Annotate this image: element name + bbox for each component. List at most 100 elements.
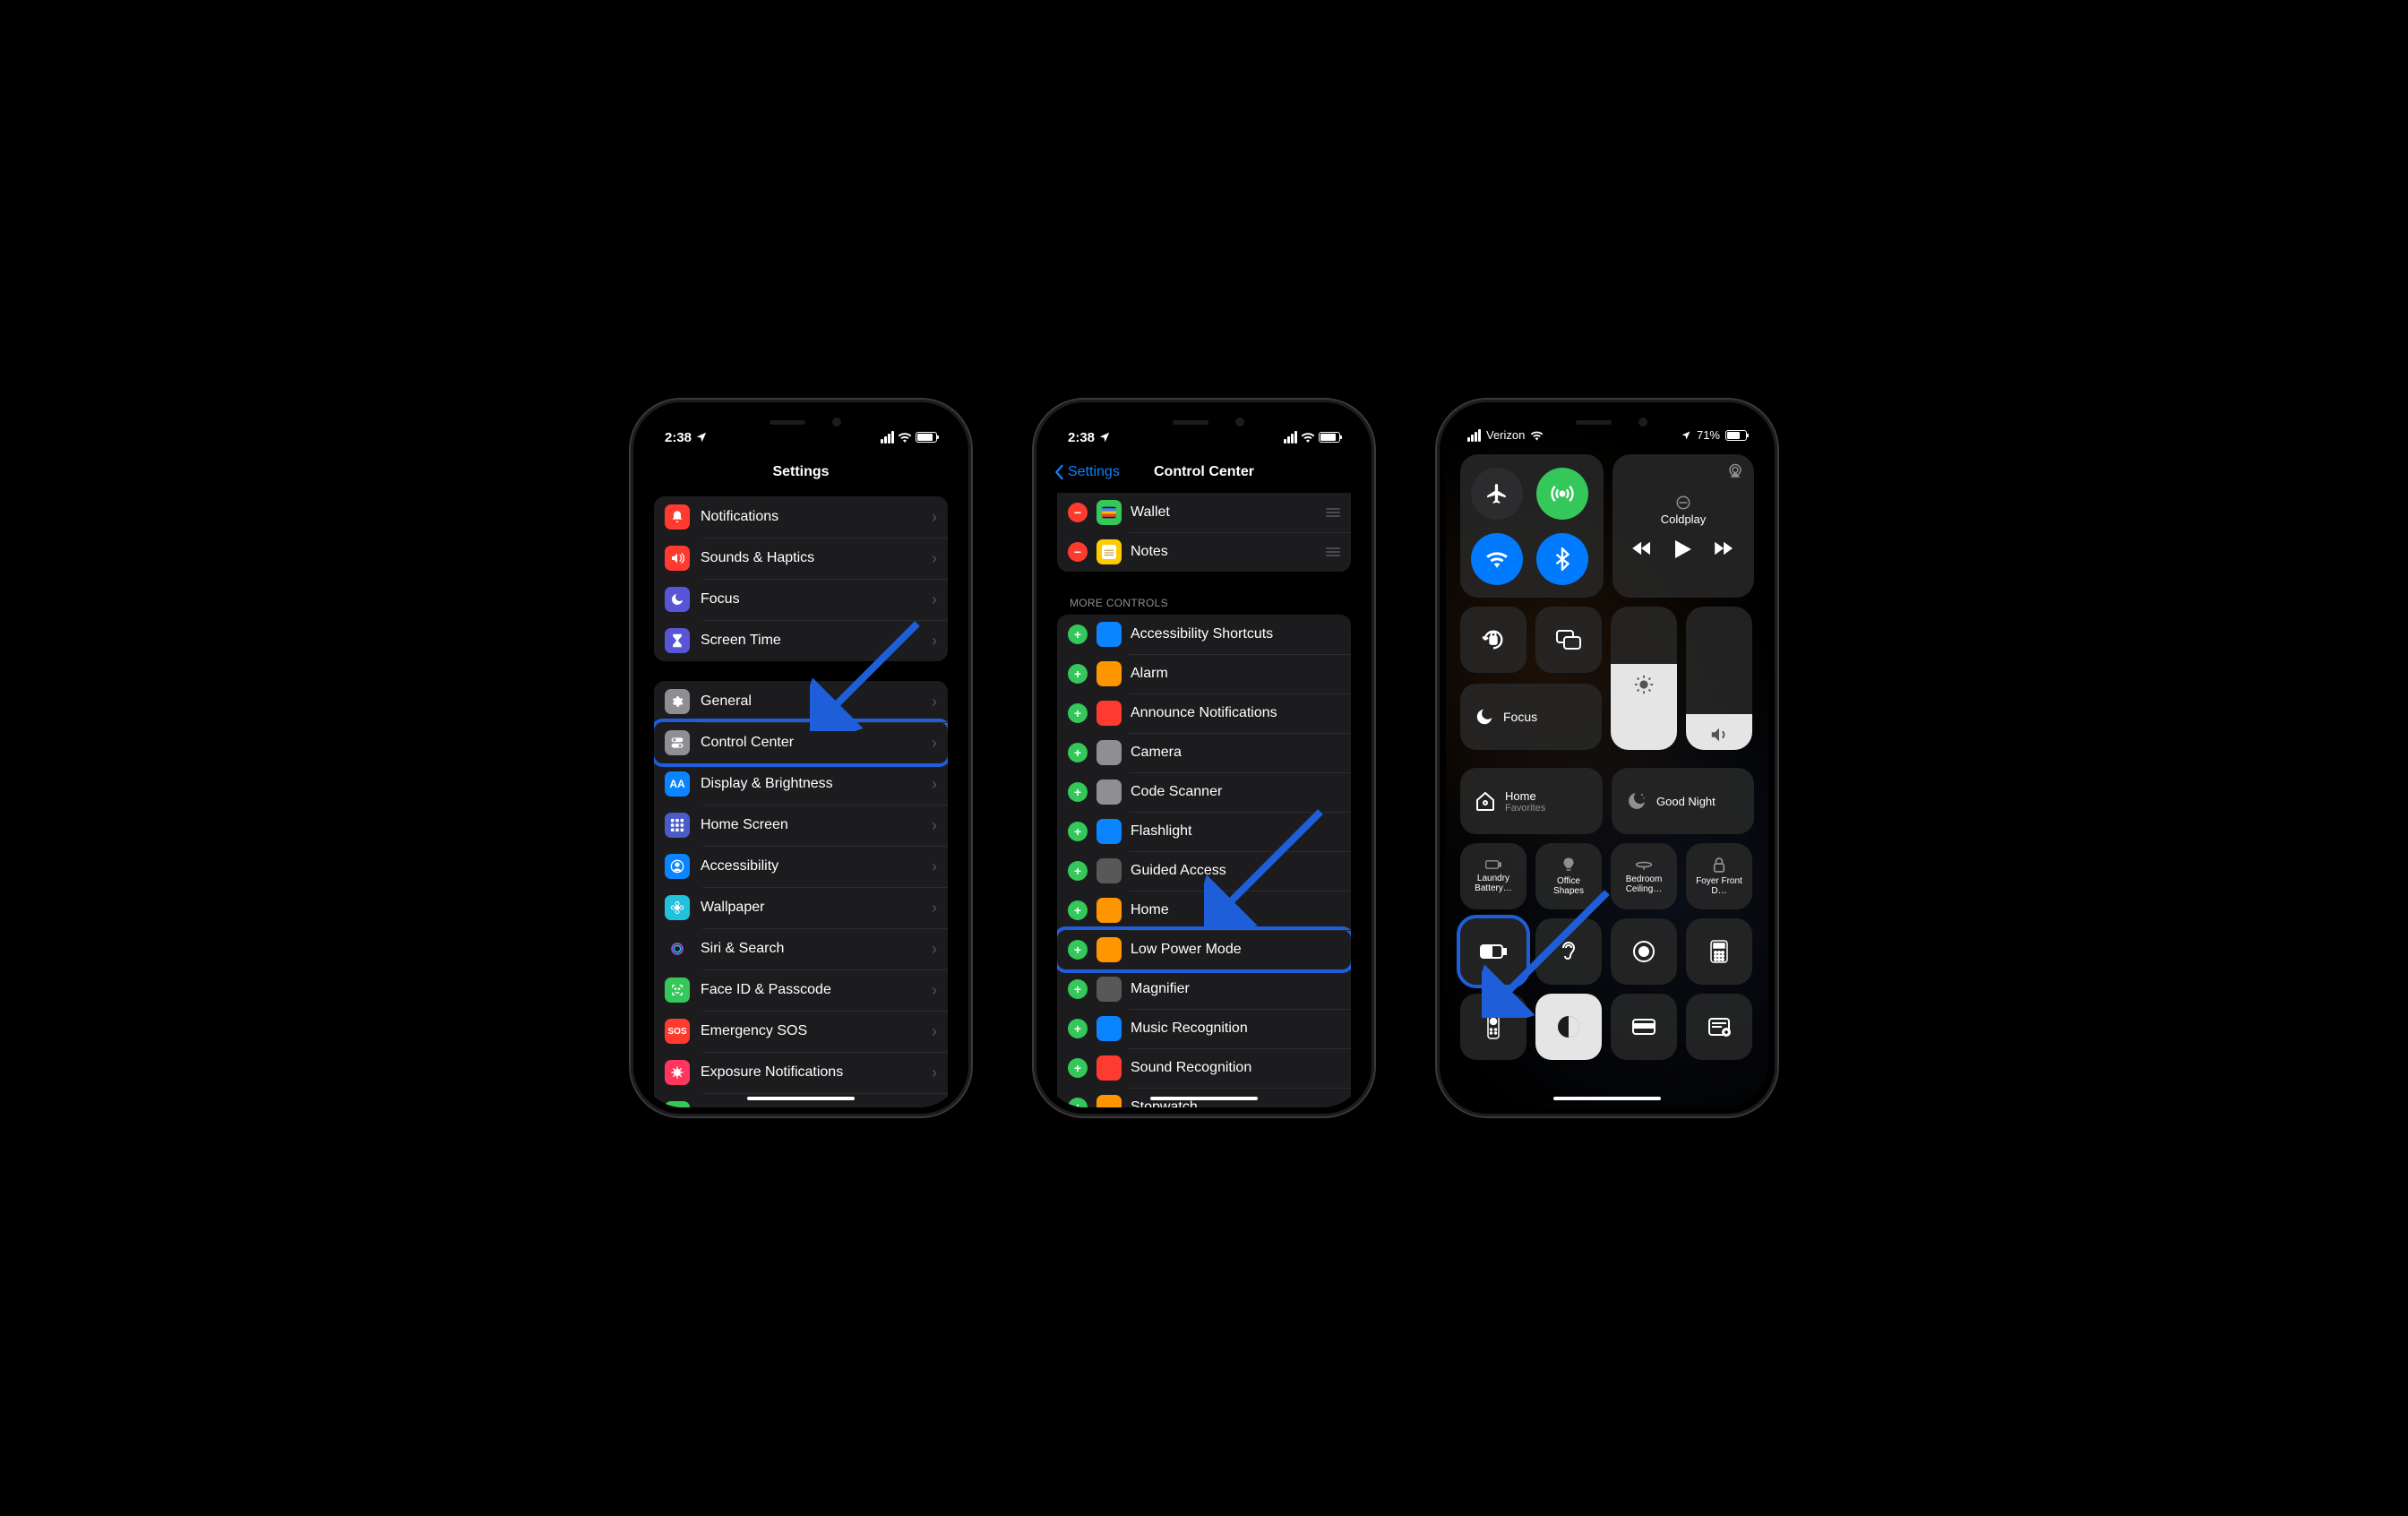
wifi-icon: [1530, 430, 1544, 441]
bluetooth-button[interactable]: [1536, 533, 1588, 585]
add-button[interactable]: +: [1068, 664, 1088, 684]
row-label: Alarm: [1131, 666, 1340, 682]
more-control-row[interactable]: + Announce Notifications: [1057, 693, 1351, 733]
add-button[interactable]: +: [1068, 743, 1088, 762]
ear-icon: [1558, 939, 1579, 964]
mini-tile-1[interactable]: Office Shapes: [1535, 843, 1602, 909]
remove-button[interactable]: −: [1068, 503, 1088, 522]
settings-row[interactable]: Exposure Notifications ›: [654, 1052, 948, 1093]
drag-handle[interactable]: [1326, 547, 1340, 556]
low-power-mode-button[interactable]: [1460, 918, 1526, 985]
moon-icon: [1475, 707, 1494, 727]
airplay-icon[interactable]: [1727, 463, 1743, 479]
media-module[interactable]: Coldplay: [1612, 454, 1754, 598]
add-button[interactable]: +: [1068, 624, 1088, 644]
connectivity-module[interactable]: [1460, 454, 1604, 598]
good-night-tile[interactable]: Good Night: [1612, 768, 1754, 834]
settings-row[interactable]: AA Display & Brightness ›: [654, 763, 948, 805]
more-control-row[interactable]: + Sound Recognition: [1057, 1048, 1351, 1088]
calculator-button[interactable]: [1686, 918, 1752, 985]
add-button[interactable]: +: [1068, 1058, 1088, 1078]
more-control-row[interactable]: + Alarm: [1057, 654, 1351, 693]
prev-track-icon[interactable]: [1632, 540, 1652, 556]
lock-icon: [1713, 857, 1725, 873]
remote-button[interactable]: [1460, 994, 1526, 1060]
add-button[interactable]: +: [1068, 861, 1088, 881]
row-label: Home Screen: [701, 817, 921, 833]
home-indicator[interactable]: [1150, 1097, 1258, 1100]
add-button[interactable]: +: [1068, 940, 1088, 960]
mini-tile-2[interactable]: Bedroom Ceiling…: [1611, 843, 1677, 909]
row-label: Camera: [1131, 745, 1340, 761]
home-tile[interactable]: Home Favorites: [1460, 768, 1603, 834]
settings-row[interactable]: Wallpaper ›: [654, 887, 948, 928]
more-control-row[interactable]: + Accessibility Shortcuts: [1057, 615, 1351, 654]
included-control-row[interactable]: − Notes: [1057, 532, 1351, 572]
more-control-row[interactable]: + Guided Access: [1057, 851, 1351, 891]
row-label: Code Scanner: [1131, 784, 1340, 800]
wifi-button[interactable]: [1471, 533, 1523, 585]
add-button[interactable]: +: [1068, 1019, 1088, 1038]
row-icon: [1096, 1016, 1122, 1041]
phone-settings: 2:38 Settings Notifications › Sounds & H…: [631, 400, 971, 1116]
add-button[interactable]: +: [1068, 1098, 1088, 1107]
settings-row[interactable]: Face ID & Passcode ›: [654, 969, 948, 1011]
included-control-row[interactable]: − Wallet: [1057, 493, 1351, 532]
add-button[interactable]: +: [1068, 703, 1088, 723]
settings-row[interactable]: Home Screen ›: [654, 805, 948, 846]
mini-tile-0[interactable]: Laundry Battery…: [1460, 843, 1526, 909]
settings-row[interactable]: Sounds & Haptics ›: [654, 538, 948, 579]
more-control-row[interactable]: + Low Power Mode: [1057, 930, 1351, 969]
settings-row[interactable]: SOS Emergency SOS ›: [654, 1011, 948, 1052]
chevron-right-icon: ›: [932, 981, 937, 1000]
more-control-row[interactable]: + Magnifier: [1057, 969, 1351, 1009]
settings-row[interactable]: Battery ›: [654, 1093, 948, 1107]
add-button[interactable]: +: [1068, 822, 1088, 841]
next-track-icon[interactable]: [1715, 540, 1734, 556]
row-label: Home: [1131, 902, 1340, 918]
settings-row[interactable]: Siri & Search ›: [654, 928, 948, 969]
add-button[interactable]: +: [1068, 979, 1088, 999]
battery-icon: [1319, 432, 1340, 443]
settings-row[interactable]: Notifications ›: [654, 496, 948, 538]
notch: [1540, 409, 1674, 434]
home-indicator[interactable]: [747, 1097, 855, 1100]
more-control-row[interactable]: + Flashlight: [1057, 812, 1351, 851]
more-control-row[interactable]: + Code Scanner: [1057, 772, 1351, 812]
row-label: Control Center: [701, 735, 921, 751]
row-icon: SOS: [665, 1019, 690, 1044]
more-control-row[interactable]: + Home: [1057, 891, 1351, 930]
drag-handle[interactable]: [1326, 508, 1340, 517]
nav-title: Settings: [640, 452, 962, 493]
row-label: Sound Recognition: [1131, 1060, 1340, 1076]
settings-row[interactable]: Screen Time ›: [654, 620, 948, 661]
add-button[interactable]: +: [1068, 782, 1088, 802]
mini-tile-3[interactable]: Foyer Front D…: [1686, 843, 1752, 909]
cellular-button[interactable]: [1536, 468, 1588, 520]
more-control-row[interactable]: + Camera: [1057, 733, 1351, 772]
settings-group-2: General › Control Center › AA Display & …: [654, 681, 948, 1107]
row-icon: [1096, 622, 1122, 647]
home-indicator[interactable]: [1553, 1097, 1661, 1100]
dark-mode-button[interactable]: [1535, 994, 1602, 1060]
more-control-row[interactable]: + Music Recognition: [1057, 1009, 1351, 1048]
settings-row[interactable]: Control Center ›: [654, 722, 948, 763]
quick-note-button[interactable]: [1686, 994, 1752, 1060]
remove-button[interactable]: −: [1068, 542, 1088, 562]
screen-record-button[interactable]: [1611, 918, 1677, 985]
settings-row[interactable]: General ›: [654, 681, 948, 722]
focus-button[interactable]: Focus: [1460, 684, 1602, 750]
rotation-lock-button[interactable]: [1460, 607, 1526, 673]
settings-row[interactable]: Accessibility ›: [654, 846, 948, 887]
play-icon[interactable]: [1675, 540, 1691, 558]
chevron-right-icon: ›: [932, 816, 937, 835]
battery-icon: [1725, 430, 1747, 441]
row-icon: [665, 978, 690, 1003]
back-button[interactable]: Settings: [1054, 464, 1120, 480]
add-button[interactable]: +: [1068, 900, 1088, 920]
screen-mirror-button[interactable]: [1535, 607, 1602, 673]
wallet-button[interactable]: [1611, 994, 1677, 1060]
airplane-mode-button[interactable]: [1471, 468, 1523, 520]
settings-row[interactable]: Focus ›: [654, 579, 948, 620]
hearing-button[interactable]: [1535, 918, 1602, 985]
